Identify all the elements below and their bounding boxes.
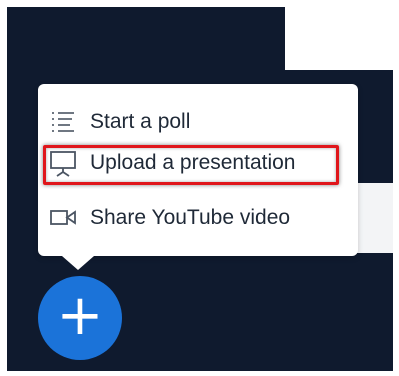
menu-item-start-poll[interactable]: Start a poll xyxy=(46,102,350,142)
list-icon xyxy=(48,107,78,137)
menu-item-share-youtube[interactable]: Share YouTube video xyxy=(46,198,350,238)
presentation-icon xyxy=(48,148,78,178)
menu-item-label: Start a poll xyxy=(90,110,191,133)
side-panel-edge xyxy=(355,183,393,253)
video-camera-icon xyxy=(48,203,78,233)
menu-item-upload-presentation[interactable]: Upload a presentation xyxy=(46,143,350,183)
menu-caret xyxy=(62,256,94,270)
actions-menu: Start a poll Upload a presentation Share… xyxy=(38,84,358,256)
plus-icon: + xyxy=(56,283,104,348)
menu-item-label: Share YouTube video xyxy=(90,206,291,229)
menu-item-label: Upload a presentation xyxy=(90,151,296,174)
screen: Start a poll Upload a presentation Share… xyxy=(0,0,399,376)
actions-button[interactable]: + xyxy=(38,276,122,360)
